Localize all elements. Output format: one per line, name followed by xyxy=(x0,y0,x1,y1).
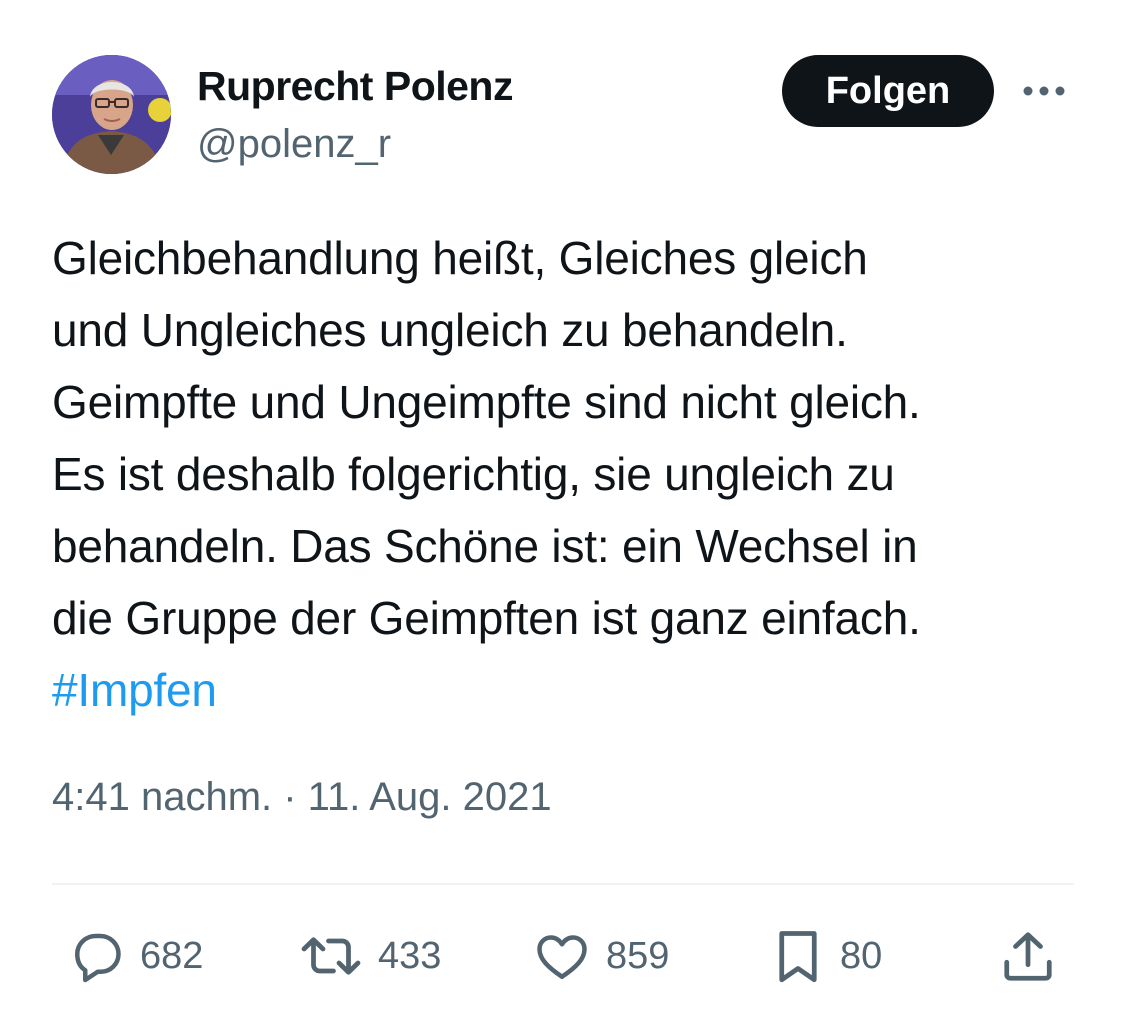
retweet-icon xyxy=(298,926,364,986)
bookmark-count: 80 xyxy=(840,934,883,977)
tweet-timestamp[interactable]: 4:41 nachm. · 11. Aug. 2021 xyxy=(52,775,552,820)
tweet-text-line: die Gruppe der Geimpften ist ganz einfac… xyxy=(52,592,921,644)
reply-button[interactable]: 682 xyxy=(66,926,203,986)
more-horizontal-icon[interactable] xyxy=(1018,78,1070,104)
retweet-button[interactable]: 433 xyxy=(298,926,441,986)
tweet-text-line: Es ist deshalb folgerichtig, sie ungleic… xyxy=(52,448,895,500)
tweet-text: Gleichbehandlung heißt, Gleiches gleich … xyxy=(52,222,1092,726)
tweet-text-line: Gleichbehandlung heißt, Gleiches gleich xyxy=(52,232,868,284)
bookmark-button[interactable]: 80 xyxy=(770,926,882,986)
share-button[interactable] xyxy=(998,926,1058,986)
avatar[interactable] xyxy=(52,55,171,174)
tweet-text-line: Geimpfte und Ungeimpfte sind nicht gleic… xyxy=(52,376,921,428)
reply-icon xyxy=(66,926,126,986)
divider xyxy=(52,883,1074,885)
author-name[interactable]: Ruprecht Polenz xyxy=(197,63,513,110)
like-button[interactable]: 859 xyxy=(532,926,669,986)
heart-icon xyxy=(532,926,592,986)
like-count: 859 xyxy=(606,934,670,977)
reply-count: 682 xyxy=(140,934,204,977)
hashtag-link[interactable]: #Impfen xyxy=(52,654,1092,726)
bookmark-icon xyxy=(770,926,826,986)
follow-button[interactable]: Folgen xyxy=(782,55,994,127)
avatar-photo xyxy=(52,55,171,174)
tweet-text-line: und Ungleiches ungleich zu behandeln. xyxy=(52,304,848,356)
share-icon xyxy=(998,926,1058,986)
retweet-count: 433 xyxy=(378,934,442,977)
tweet-card: Ruprecht Polenz @polenz_r Folgen Gleichb… xyxy=(0,0,1125,1014)
author-handle[interactable]: @polenz_r xyxy=(197,122,391,167)
tweet-text-line: behandeln. Das Schöne ist: ein Wechsel i… xyxy=(52,520,918,572)
